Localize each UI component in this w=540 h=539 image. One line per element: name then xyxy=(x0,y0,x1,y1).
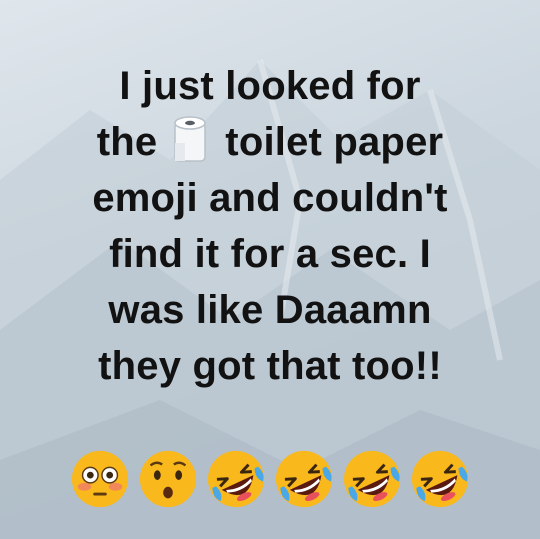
text-line-6: they got that too!! xyxy=(98,344,442,388)
text-line-2-end: toilet paper xyxy=(225,120,444,164)
toilet-paper-icon xyxy=(171,115,211,165)
rolling-on-floor-laughing-icon xyxy=(343,450,401,508)
meme-text: I just looked for the toilet paper emoji… xyxy=(0,58,540,394)
flushed-face-icon xyxy=(71,450,129,508)
text-line-3: emoji and couldn't xyxy=(92,176,448,220)
rolling-on-floor-laughing-icon xyxy=(411,450,469,508)
rolling-on-floor-laughing-icon xyxy=(207,450,265,508)
text-line-4: find it for a sec. I xyxy=(109,232,431,276)
hushed-face-icon xyxy=(139,450,197,508)
text-line-1: I just looked for xyxy=(119,64,421,108)
rolling-on-floor-laughing-icon xyxy=(275,450,333,508)
meme-card: I just looked for the toilet paper emoji… xyxy=(0,0,540,539)
emoji-row xyxy=(0,448,540,516)
text-line-2: the toilet paper xyxy=(0,114,540,170)
text-line-5: was like Daaamn xyxy=(108,288,432,332)
text-line-2-start: the xyxy=(96,120,158,164)
